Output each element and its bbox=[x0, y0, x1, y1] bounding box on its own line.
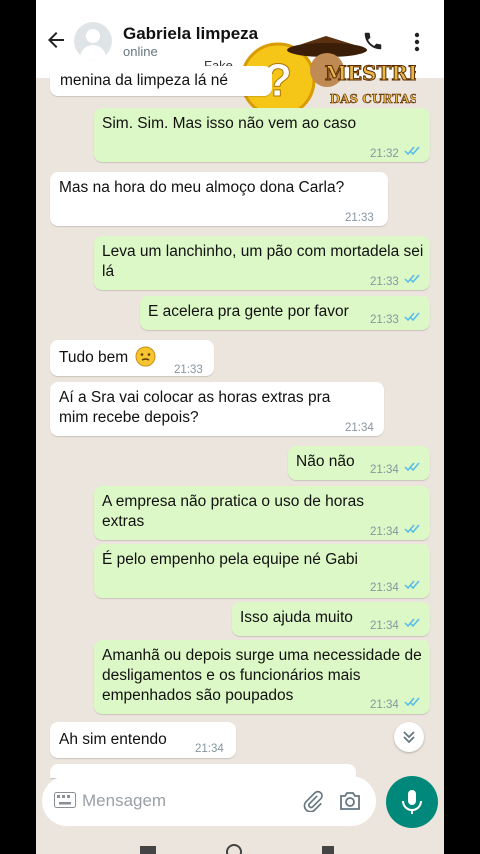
message-outgoing[interactable]: Isso ajuda muito 21:34 bbox=[232, 602, 430, 636]
camera-icon[interactable] bbox=[338, 790, 362, 812]
recent-apps-icon[interactable] bbox=[140, 846, 156, 854]
message-time: 21:33 bbox=[174, 364, 203, 376]
read-ticks-icon bbox=[404, 311, 420, 322]
message-time: 21:33 bbox=[370, 314, 399, 326]
contact-status: online bbox=[123, 44, 158, 59]
back-arrow-icon[interactable] bbox=[44, 28, 68, 52]
watermark-line1: MESTRE bbox=[325, 61, 416, 85]
message-input-placeholder[interactable]: Mensagem bbox=[82, 791, 166, 811]
message-time: 21:34 bbox=[345, 422, 374, 434]
message-time: 21:33 bbox=[345, 212, 374, 224]
keyboard-icon[interactable] bbox=[54, 792, 76, 808]
system-back-icon[interactable] bbox=[322, 846, 334, 854]
phone-screen: Gabriela limpeza online Fake ? MESTRE DA… bbox=[36, 0, 444, 854]
message-time: 21:34 bbox=[370, 620, 399, 632]
message-incoming[interactable]: Tudo bem 21:33 bbox=[50, 340, 214, 376]
watermark-line2: DAS CURTAS bbox=[330, 92, 416, 106]
message-outgoing[interactable]: A empresa não pratica o uso de horas ext… bbox=[94, 486, 430, 540]
message-text: Ah sim entendo bbox=[59, 731, 167, 748]
message-incoming[interactable]: Ah sim entendo 21:34 bbox=[50, 722, 236, 758]
message-text: É pelo empenho pela equipe né Gabi bbox=[102, 551, 358, 568]
message-outgoing[interactable]: Amanhã ou depois surge uma necessidade d… bbox=[94, 640, 430, 714]
message-text: Tudo bem bbox=[59, 349, 129, 366]
message-time: 21:33 bbox=[370, 276, 399, 288]
scroll-to-bottom-button[interactable] bbox=[394, 722, 424, 752]
read-ticks-icon bbox=[404, 579, 420, 590]
attach-icon[interactable] bbox=[302, 790, 324, 812]
message-text: Aí a Sra vai colocar as horas extras pra… bbox=[59, 389, 331, 426]
chevron-down-icon bbox=[403, 731, 415, 744]
mic-button[interactable] bbox=[386, 776, 438, 828]
message-outgoing[interactable]: Leva um lanchinho, um pão com mortadela … bbox=[94, 236, 430, 290]
message-outgoing[interactable]: É pelo empenho pela equipe né Gabi 21:34 bbox=[94, 544, 430, 598]
message-time: 21:34 bbox=[370, 699, 399, 711]
message-time: 21:32 bbox=[370, 148, 399, 160]
message-time: 21:34 bbox=[370, 526, 399, 538]
message-outgoing[interactable]: Não não 21:34 bbox=[288, 446, 430, 480]
avatar-body-shape bbox=[80, 45, 106, 60]
message-outgoing[interactable]: Sim. Sim. Mas isso não vem ao caso 21:32 bbox=[94, 108, 430, 162]
message-incoming[interactable]: Aí a Sra vai colocar as horas extras pra… bbox=[50, 382, 384, 436]
message-text: menina da limpeza lá né bbox=[60, 72, 229, 89]
message-text: A empresa não pratica o uso de horas ext… bbox=[102, 493, 364, 530]
message-time: 21:34 bbox=[195, 743, 224, 755]
message-text: Isso ajuda muito bbox=[240, 609, 353, 626]
read-ticks-icon bbox=[404, 461, 420, 472]
avatar[interactable] bbox=[74, 22, 112, 60]
smiling-face-emoji-icon bbox=[135, 346, 156, 367]
read-ticks-icon bbox=[404, 523, 420, 534]
message-incoming[interactable]: Mas na hora do meu almoço dona Carla? 21… bbox=[50, 172, 388, 226]
message-time: 21:34 bbox=[370, 582, 399, 594]
message-text: Mas na hora do meu almoço dona Carla? bbox=[59, 179, 345, 196]
avatar-head-shape bbox=[86, 29, 100, 43]
message-composer[interactable]: Mensagem bbox=[42, 776, 376, 826]
read-ticks-icon bbox=[404, 145, 420, 156]
message-time: 21:34 bbox=[370, 464, 399, 476]
mic-icon bbox=[402, 790, 422, 814]
message-outgoing[interactable]: E acelera pra gente por favor 21:33 bbox=[140, 296, 430, 330]
read-ticks-icon bbox=[404, 696, 420, 707]
message-text: Não não bbox=[296, 453, 355, 470]
message-incoming[interactable]: menina da limpeza lá né bbox=[50, 66, 272, 96]
system-nav-bar bbox=[36, 832, 444, 854]
message-text: Sim. Sim. Mas isso não vem ao caso bbox=[102, 115, 357, 132]
message-text: E acelera pra gente por favor bbox=[148, 303, 349, 320]
read-ticks-icon bbox=[404, 617, 420, 628]
home-icon[interactable] bbox=[226, 844, 242, 854]
read-ticks-icon bbox=[404, 273, 420, 284]
